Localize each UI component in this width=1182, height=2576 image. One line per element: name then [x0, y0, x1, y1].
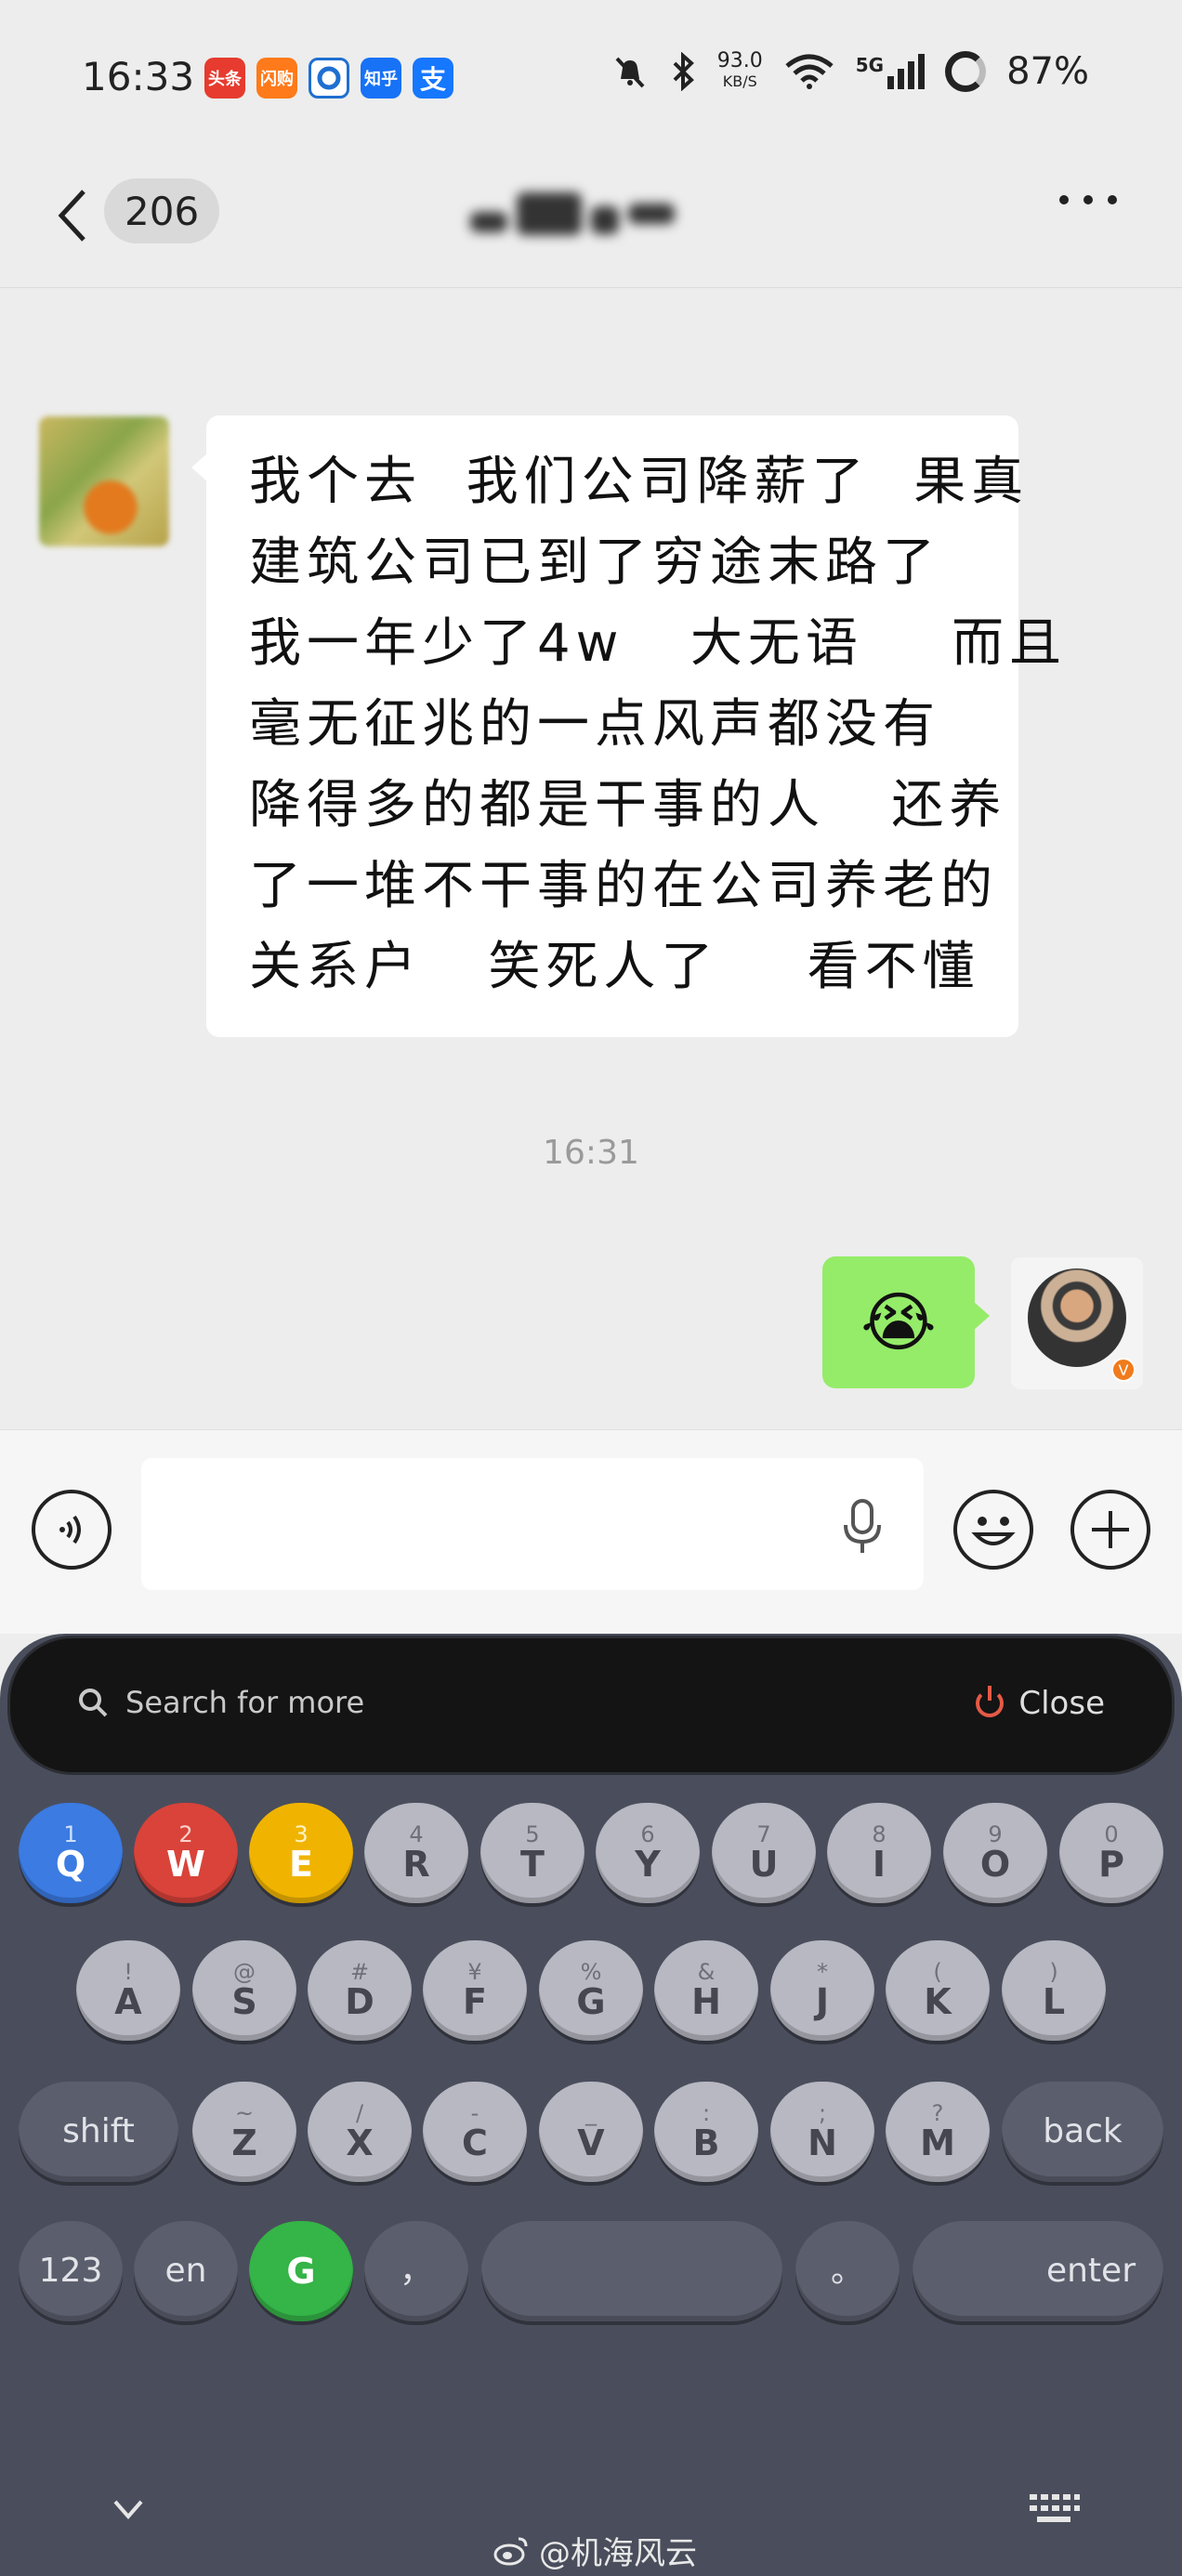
key-i[interactable]: 8I: [827, 1803, 931, 1903]
net-speed: 93.0 KB/S: [716, 49, 763, 91]
contact-avatar[interactable]: [39, 416, 169, 546]
battery-icon: [945, 51, 987, 92]
unread-count-badge[interactable]: 206: [104, 178, 220, 243]
numbers-key[interactable]: 123: [19, 2221, 123, 2321]
keyboard: Search for more Close 1Q 2W 3E 4R 5T 6Y …: [0, 1634, 1182, 2576]
key-m[interactable]: ? M: [886, 2082, 990, 2182]
key-z[interactable]: ~ Z: [192, 2082, 296, 2182]
backspace-key[interactable]: back: [1002, 2082, 1163, 2182]
weibo-logo-icon: [493, 2537, 528, 2565]
mute-bell-icon: [615, 57, 645, 88]
zhihu-icon: 知乎: [361, 58, 401, 99]
key-d[interactable]: # D: [308, 1940, 412, 2041]
assistant-g-key[interactable]: G: [249, 2221, 353, 2321]
message-line: 我一年少了4w 大无语 而且: [249, 613, 1068, 674]
key-r[interactable]: 4R: [364, 1803, 468, 1903]
key-e[interactable]: 3E: [249, 1803, 353, 1903]
key-y[interactable]: 6Y: [596, 1803, 700, 1903]
signal-5g-icon: 5G: [856, 54, 926, 89]
message-line: 建筑公司已到了穷途末路了: [249, 532, 940, 593]
keyboard-search[interactable]: Search for more: [77, 1685, 364, 1720]
voice-waves-icon: [59, 1515, 81, 1544]
shift-key[interactable]: shift: [19, 2082, 178, 2182]
key-x[interactable]: / X: [308, 2082, 412, 2182]
message-line: 了一堆不干事的在公司养老的: [249, 856, 998, 916]
message-line: 毫无征兆的一点风声都没有: [249, 694, 940, 755]
comma-key[interactable]: ，: [364, 2221, 468, 2321]
more-actions-button[interactable]: [1070, 1490, 1150, 1570]
message-input[interactable]: [141, 1458, 924, 1590]
chevron-left-icon: [58, 190, 85, 242]
weibo-watermark: @机海风云: [492, 2528, 697, 2573]
taobao-flash-icon: 闪购: [256, 58, 297, 99]
key-t[interactable]: 5T: [480, 1803, 584, 1903]
key-q[interactable]: 1Q: [19, 1803, 123, 1903]
key-k[interactable]: (K: [886, 1940, 990, 2041]
key-p[interactable]: 0P: [1059, 1803, 1163, 1903]
key-w[interactable]: 2W: [134, 1803, 238, 1903]
key-u[interactable]: 7U: [712, 1803, 816, 1903]
status-app-icons: 头条 闪购 知乎 支: [204, 58, 453, 99]
bluetooth-icon: [673, 52, 694, 91]
search-icon: [79, 1689, 108, 1717]
key-h[interactable]: & H: [654, 1940, 758, 2041]
crying-face-emoji: 😭: [860, 1284, 937, 1360]
message-line: 降得多的都是干事的人 还养: [249, 775, 1007, 835]
plus-icon: [1092, 1511, 1129, 1548]
message-line: 关系户 笑死人了 看不懂: [249, 937, 980, 997]
enter-key[interactable]: enter: [913, 2221, 1163, 2321]
key-l[interactable]: ) L: [1002, 1940, 1106, 2041]
toutiao-icon: 头条: [204, 58, 245, 99]
more-options-button[interactable]: [1059, 195, 1117, 204]
bank-icon: [309, 58, 349, 99]
period-key[interactable]: 。: [795, 2221, 900, 2321]
message-timestamp: 16:31: [543, 1134, 639, 1172]
chat-header: 206: [0, 139, 1182, 288]
space-key[interactable]: [481, 2221, 782, 2321]
key-o[interactable]: 9O: [943, 1803, 1047, 1903]
battery-level: 87%: [1006, 50, 1089, 93]
key-v[interactable]: _ V: [539, 2082, 643, 2182]
power-icon: [976, 1686, 1005, 1717]
key-s[interactable]: @ S: [192, 1940, 296, 2041]
status-indicators: 93.0 KB/S 5G 87%: [611, 50, 1089, 93]
outgoing-message-bubble[interactable]: 😭: [822, 1256, 990, 1388]
voice-mode-button[interactable]: [32, 1490, 112, 1570]
verified-badge-icon: V: [1111, 1358, 1136, 1382]
key-c[interactable]: -C: [423, 2082, 527, 2182]
chevron-down-icon[interactable]: [110, 2491, 147, 2528]
message-input-bar: [0, 1429, 1182, 1634]
language-key[interactable]: en: [134, 2221, 238, 2321]
status-time: 16:33: [82, 54, 195, 99]
message-line: 我个去 我们公司降薪了 果真: [249, 452, 1030, 512]
key-b[interactable]: :B: [654, 2082, 758, 2182]
back-button[interactable]: [45, 178, 100, 253]
status-bar: 16:33 头条 闪购 知乎 支 93.0 KB/S 5G 87%: [0, 0, 1182, 139]
microphone-icon[interactable]: [842, 1499, 883, 1555]
emoji-button[interactable]: [953, 1490, 1033, 1570]
keyboard-switch-icon[interactable]: [1028, 2492, 1080, 2526]
keyboard-toolbar: Search for more Close: [7, 1636, 1175, 1775]
smiley-icon: [971, 1517, 1016, 1545]
key-f[interactable]: ¥ F: [423, 1940, 527, 2041]
key-j[interactable]: * J: [770, 1940, 874, 2041]
wifi-icon: [785, 54, 834, 89]
key-n[interactable]: ; N: [770, 2082, 874, 2182]
my-avatar[interactable]: V: [1011, 1257, 1143, 1389]
key-a[interactable]: ! A: [76, 1940, 180, 2041]
alipay-icon: 支: [413, 58, 453, 99]
keyboard-close-button[interactable]: Close: [976, 1685, 1105, 1722]
incoming-message-bubble[interactable]: 我个去 我们公司降薪了 果真 建筑公司已到了穷途末路了 我一年少了4w 大无语 …: [191, 415, 1068, 1037]
key-g[interactable]: % G: [539, 1940, 643, 2041]
chat-title-blurred: [470, 186, 693, 242]
more-dots-icon: [1059, 195, 1069, 204]
